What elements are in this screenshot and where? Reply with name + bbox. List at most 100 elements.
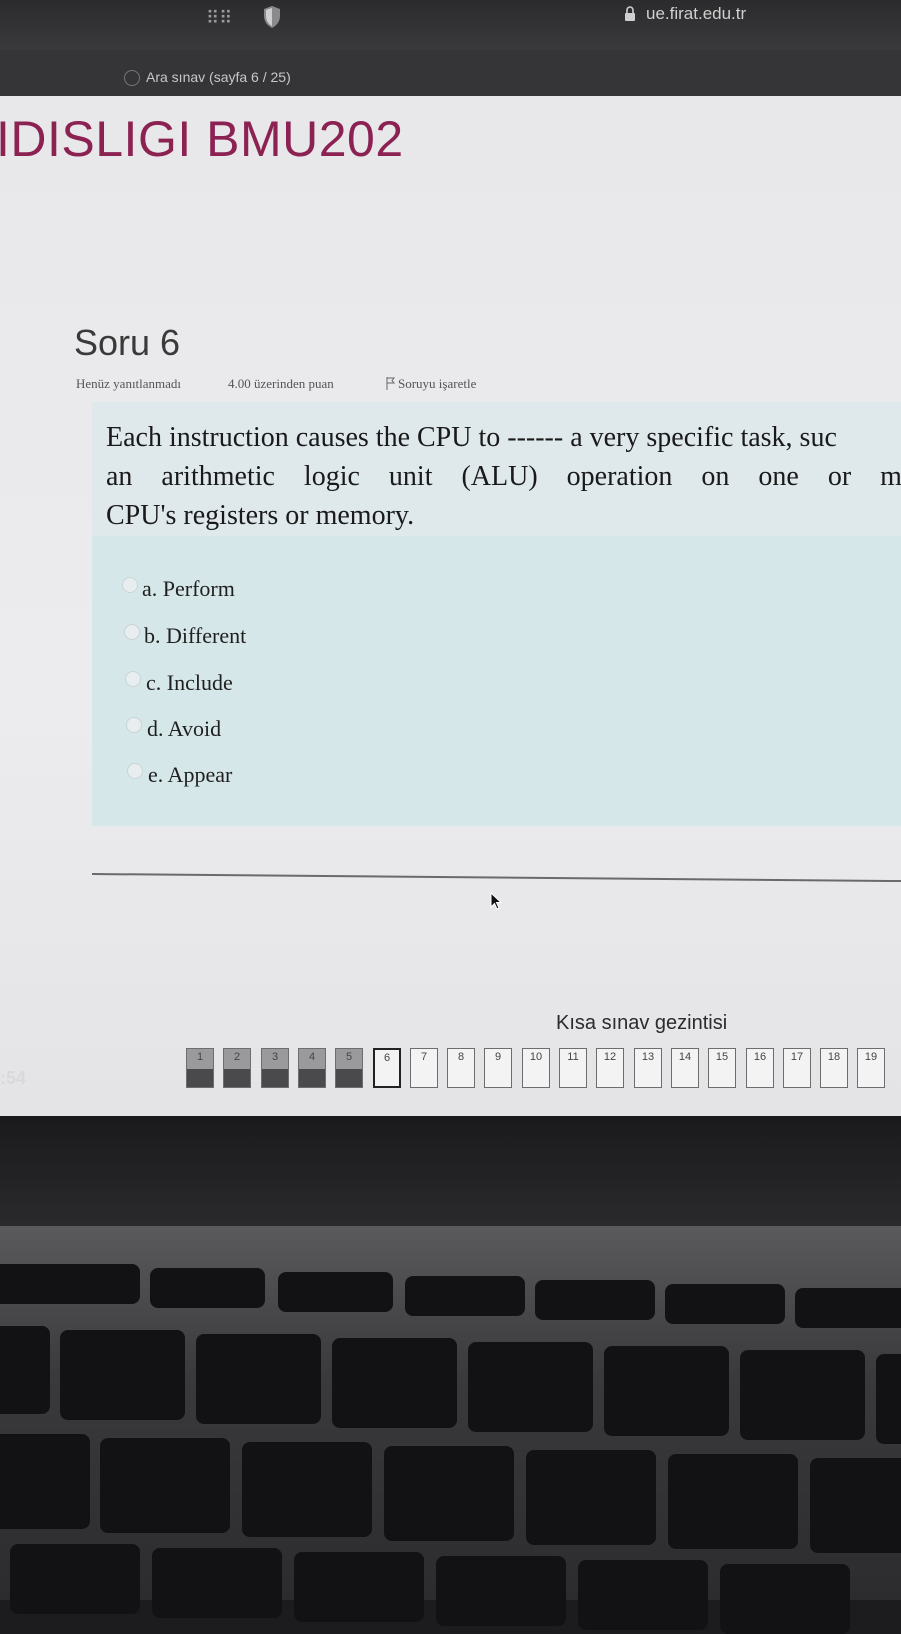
keyboard-key: [196, 1334, 321, 1424]
answered-indicator: [224, 1069, 250, 1087]
radio-option-e[interactable]: [127, 763, 143, 779]
quiz-nav-button-11[interactable]: 11: [559, 1048, 587, 1088]
quiz-nav-button-7[interactable]: 7: [410, 1048, 438, 1088]
flag-icon[interactable]: [386, 377, 396, 390]
answer-option-a[interactable]: a. Perform: [142, 576, 235, 602]
keyboard-key: [405, 1276, 525, 1316]
answered-indicator: [262, 1069, 288, 1087]
keyboard-key: [720, 1564, 850, 1634]
quiz-nav-button-3[interactable]: 3: [261, 1048, 289, 1088]
radio-option-c[interactable]: [125, 671, 141, 687]
answered-indicator: [299, 1069, 325, 1087]
quiz-navigation-title: Kısa sınav gezintisi: [556, 1012, 728, 1034]
radio-option-b[interactable]: [124, 624, 140, 640]
laptop-bezel: [0, 1116, 901, 1226]
question-heading: Soru 6: [74, 322, 181, 363]
quiz-nav-button-15[interactable]: 15: [708, 1048, 736, 1088]
quiz-nav-button-number: 13: [641, 1051, 655, 1063]
keyboard-key: [0, 1434, 90, 1529]
quiz-nav-button-number: 2: [233, 1051, 241, 1063]
keyboard-key: [10, 1544, 140, 1614]
question-text: Each instruction causes the CPU to -----…: [106, 418, 901, 535]
quiz-nav-button-13[interactable]: 13: [634, 1048, 662, 1088]
answered-indicator: [336, 1069, 362, 1087]
radio-option-a[interactable]: [122, 577, 138, 593]
timer-partial: :54: [0, 1068, 27, 1088]
quiz-nav-button-8[interactable]: 8: [447, 1048, 475, 1088]
quiz-nav-button-number: 5: [345, 1051, 353, 1063]
keyboard-key: [468, 1342, 593, 1432]
quiz-nav-button-18[interactable]: 18: [820, 1048, 848, 1088]
quiz-nav-button-10[interactable]: 10: [522, 1048, 550, 1088]
browser-toolbar: ⠿⠿ ue.firat.edu.tr: [0, 0, 901, 50]
quiz-nav-button-2[interactable]: 2: [223, 1048, 251, 1088]
keyboard-key: [0, 1264, 140, 1304]
answer-option-c[interactable]: c. Include: [146, 670, 233, 696]
quiz-nav-button-number: 3: [271, 1051, 279, 1063]
answer-option-b[interactable]: b. Different: [144, 623, 246, 649]
privacy-shield-icon[interactable]: [262, 5, 282, 29]
quiz-nav-button-9[interactable]: 9: [484, 1048, 512, 1088]
quiz-nav-button-16[interactable]: 16: [746, 1048, 774, 1088]
quiz-nav-button-12[interactable]: 12: [596, 1048, 624, 1088]
keyboard-key: [665, 1284, 785, 1324]
answer-option-e[interactable]: e. Appear: [148, 762, 232, 788]
quiz-page: IDISLIGI BMU202 Soru 6 Henüz yanıtlanmad…: [0, 96, 901, 1116]
quiz-nav-button-17[interactable]: 17: [783, 1048, 811, 1088]
question-points: 4.00 üzerinden puan: [228, 376, 334, 391]
quiz-nav-button-number: 7: [420, 1051, 428, 1063]
quiz-nav-button-number: 12: [603, 1051, 617, 1063]
question-line: an arithmetic logic unit (ALU) operation…: [106, 461, 901, 492]
mouse-cursor-icon: [490, 892, 503, 910]
keyboard-key: [0, 1326, 50, 1414]
keyboard-key: [150, 1268, 265, 1308]
question-line: Each instruction causes the CPU to -----…: [106, 422, 837, 453]
quiz-nav-button-14[interactable]: 14: [671, 1048, 699, 1088]
quiz-nav-button-number: 14: [678, 1051, 692, 1063]
keyboard-key: [242, 1442, 372, 1537]
keyboard-key: [604, 1346, 729, 1436]
tab-title[interactable]: Ara sınav (sayfa 6 / 25): [146, 69, 291, 85]
quiz-nav-button-number: 19: [864, 1051, 878, 1063]
keyboard-key: [100, 1438, 230, 1533]
quiz-nav-button-6[interactable]: 6: [373, 1048, 401, 1088]
quiz-nav-button-number: 17: [790, 1051, 804, 1063]
quiz-nav-button-number: 16: [753, 1051, 767, 1063]
question-line: CPU's registers or memory.: [106, 500, 415, 531]
keyboard-key: [332, 1338, 457, 1428]
quiz-nav-button-number: 4: [308, 1051, 316, 1063]
quiz-nav-button-number: 11: [567, 1051, 579, 1063]
quiz-nav-button-19[interactable]: 19: [857, 1048, 885, 1088]
quiz-nav-button-4[interactable]: 4: [298, 1048, 326, 1088]
answer-option-d[interactable]: d. Avoid: [147, 716, 221, 742]
tab-favicon-icon: [124, 70, 140, 86]
quiz-nav-button-5[interactable]: 5: [335, 1048, 363, 1088]
address-bar-url[interactable]: ue.firat.edu.tr: [646, 4, 746, 24]
keyboard-key: [810, 1458, 901, 1553]
keyboard-key: [876, 1354, 901, 1444]
laptop-keyboard: [0, 1226, 901, 1634]
keyboard-key: [294, 1552, 424, 1622]
radio-option-d[interactable]: [126, 717, 142, 733]
keyboard-key: [278, 1272, 393, 1312]
quiz-nav-button-number: 8: [457, 1051, 465, 1063]
keyboard-key: [60, 1330, 185, 1420]
keyboard-key: [535, 1280, 655, 1320]
lock-icon: [625, 6, 635, 21]
keyboard-key: [436, 1556, 566, 1626]
answered-indicator: [187, 1069, 213, 1087]
flag-question-link[interactable]: Soruyu işaretle: [398, 376, 476, 392]
keyboard-key: [740, 1350, 865, 1440]
keyboard-key: [152, 1548, 282, 1618]
keyboard-key: [384, 1446, 514, 1541]
keyboard-key: [795, 1288, 901, 1328]
apps-grid-icon[interactable]: ⠿⠿: [206, 7, 232, 29]
quiz-nav-button-1[interactable]: 1: [186, 1048, 214, 1088]
keyboard-key: [526, 1450, 656, 1545]
quiz-nav-button-number: 10: [529, 1051, 543, 1063]
quiz-nav-button-number: 1: [196, 1051, 204, 1063]
quiz-nav-button-number: 15: [715, 1051, 729, 1063]
keyboard-key: [578, 1560, 708, 1630]
quiz-nav-button-number: 9: [494, 1051, 502, 1063]
divider: [91, 873, 901, 883]
